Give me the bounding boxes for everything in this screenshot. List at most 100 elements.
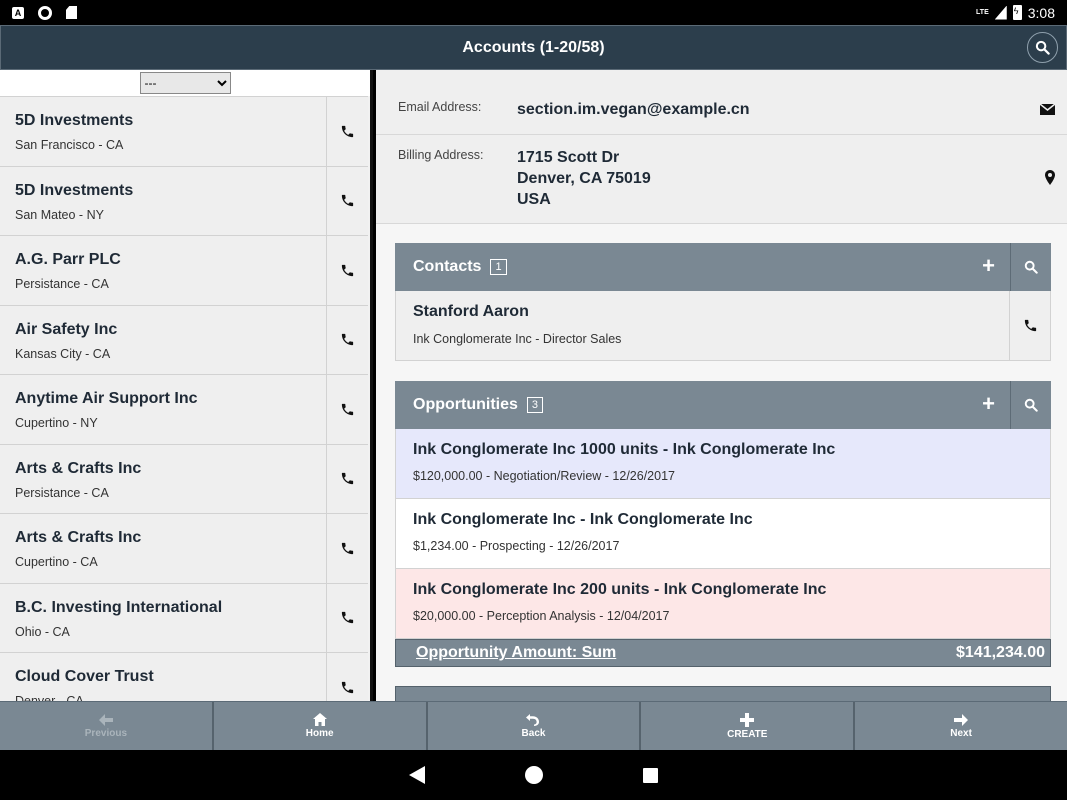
filter-select[interactable]: --- [139,72,231,94]
nav-recents-icon[interactable] [643,767,658,783]
account-list-item[interactable]: B.C. Investing International Ohio - CA [0,582,368,652]
search-icon [1024,398,1038,412]
add-opportunity-button[interactable]: + [982,393,995,415]
opportunity-sum-label[interactable]: Opportunity Amount: Sum [416,644,616,662]
account-call-button[interactable] [326,166,368,235]
opportunity-row[interactable]: Ink Conglomerate Inc 1000 units - Ink Co… [395,429,1051,499]
opportunity-subtitle: $20,000.00 - Perception Analysis - 12/04… [413,609,670,623]
header-search-button[interactable] [1027,32,1058,63]
opportunities-section: Opportunities 3 + Ink Conglomerate Inc 1… [395,381,1051,667]
next-section-header [395,686,1051,701]
contacts-count-badge: 1 [490,259,507,275]
account-list-item[interactable]: 5D Investments San Mateo - NY [0,165,368,235]
back-button[interactable]: Back [428,702,642,750]
opportunity-list: Ink Conglomerate Inc 1000 units - Ink Co… [395,429,1051,639]
next-button[interactable]: Next [855,702,1067,750]
contacts-title: Contacts [413,258,482,275]
email-field-row: Email Address: section.im.vegan@example.… [376,70,1067,135]
search-icon [1035,40,1050,55]
contact-subtitle: Ink Conglomerate Inc - Director Sales [413,332,622,346]
billing-line-1: 1715 Scott Dr [517,149,620,166]
phone-icon [1024,319,1036,332]
signal-icon [994,5,1007,20]
opportunity-sum-bar: Opportunity Amount: Sum $141,234.00 [395,639,1051,667]
email-label: Email Address: [398,100,482,114]
notification-a-icon: A [12,6,24,19]
account-name: B.C. Investing International [15,598,223,616]
filter-row: --- [0,70,370,96]
account-name: Anytime Air Support Inc [15,390,198,407]
account-list-item[interactable]: Air Safety Inc Kansas City - CA [0,304,368,374]
billing-field-row: Billing Address: 1715 Scott Dr Denver, C… [376,135,1067,224]
account-call-button[interactable] [326,444,368,513]
clock: 3:08 [1027,4,1055,21]
billing-line-3: USA [517,191,551,208]
account-name: 5D Investments [15,112,134,129]
map-pin-icon[interactable] [1045,170,1055,185]
opportunity-row[interactable]: Ink Conglomerate Inc - Ink Conglomerate … [395,499,1051,569]
account-list-item[interactable]: Anytime Air Support Inc Cupertino - NY [0,374,368,444]
account-location: Persistance - CA [15,277,109,291]
add-contact-button[interactable]: + [982,255,995,277]
account-location: Ohio - CA [15,624,70,639]
mail-icon[interactable] [1040,104,1055,115]
battery-icon [1012,5,1022,20]
opportunities-count-badge: 3 [526,397,544,413]
opportunities-title: Opportunities [413,396,518,413]
phone-icon [341,195,354,207]
home-button[interactable]: Home [214,702,428,750]
phone-icon [341,403,354,415]
sd-card-icon [66,6,77,19]
phone-icon [341,334,354,346]
opportunity-title: Ink Conglomerate Inc 200 units - Ink Con… [413,581,827,598]
account-list-item[interactable]: Cloud Cover Trust Denver - CA [0,652,368,701]
home-icon [312,713,327,726]
account-name: Arts & Crafts Inc [15,459,142,477]
account-list-item[interactable]: A.G. Parr PLC Persistance - CA [0,235,368,305]
billing-line-2: Denver, CA 75019 [517,170,651,187]
search-opportunities-button[interactable] [1010,381,1051,429]
account-call-button[interactable] [326,583,368,652]
notification-circle-icon [38,5,52,20]
opportunity-row[interactable]: Ink Conglomerate Inc 200 units - Ink Con… [395,569,1051,639]
opportunity-subtitle: $120,000.00 - Negotiation/Review - 12/26… [413,469,675,483]
account-call-button[interactable] [326,514,368,583]
system-nav-bar [0,750,1067,800]
account-call-button[interactable] [326,375,368,444]
account-location: San Francisco - CA [15,138,124,152]
app-header: Accounts (1-20/58) [0,25,1067,70]
account-location: Kansas City - CA [15,346,111,361]
create-button[interactable]: CREATE [641,702,856,750]
account-location: Cupertino - NY [15,416,98,430]
nav-home-icon[interactable] [525,766,543,784]
opportunity-subtitle: $1,234.00 - Prospecting - 12/26/2017 [413,539,620,553]
account-name: A.G. Parr PLC [15,251,121,268]
account-detail-panel: Email Address: section.im.vegan@example.… [376,70,1067,701]
account-call-button[interactable] [326,236,368,305]
previous-button[interactable]: Previous [0,702,214,750]
account-location: Persistance - CA [15,485,109,500]
account-call-button[interactable] [326,305,368,374]
opportunity-title: Ink Conglomerate Inc 1000 units - Ink Co… [413,441,836,458]
opportunities-header: Opportunities 3 + [395,381,1051,429]
contact-call-button[interactable] [1009,291,1050,360]
account-call-button[interactable] [326,97,368,166]
next-label: Next [950,727,972,739]
create-label: CREATE [727,728,768,740]
email-value[interactable]: section.im.vegan@example.cn [517,99,750,120]
search-contacts-button[interactable] [1010,243,1051,291]
phone-icon [341,125,354,137]
account-call-button[interactable] [326,653,368,701]
home-label: Home [305,728,334,739]
account-name: Air Safety Inc [15,320,118,338]
nav-back-icon[interactable] [409,766,425,784]
account-list-item[interactable]: Arts & Crafts Inc Persistance - CA [0,443,368,513]
opportunity-sum-value: $141,234.00 [956,644,1045,661]
account-name: Cloud Cover Trust [15,668,154,685]
account-list-item[interactable]: 5D Investments San Francisco - CA [0,96,368,166]
contact-row[interactable]: Stanford Aaron Ink Conglomerate Inc - Di… [395,291,1051,361]
contact-name: Stanford Aaron [413,303,529,320]
account-list-item[interactable]: Arts & Crafts Inc Cupertino - CA [0,513,368,583]
phone-icon [341,542,354,554]
undo-icon [526,714,540,726]
